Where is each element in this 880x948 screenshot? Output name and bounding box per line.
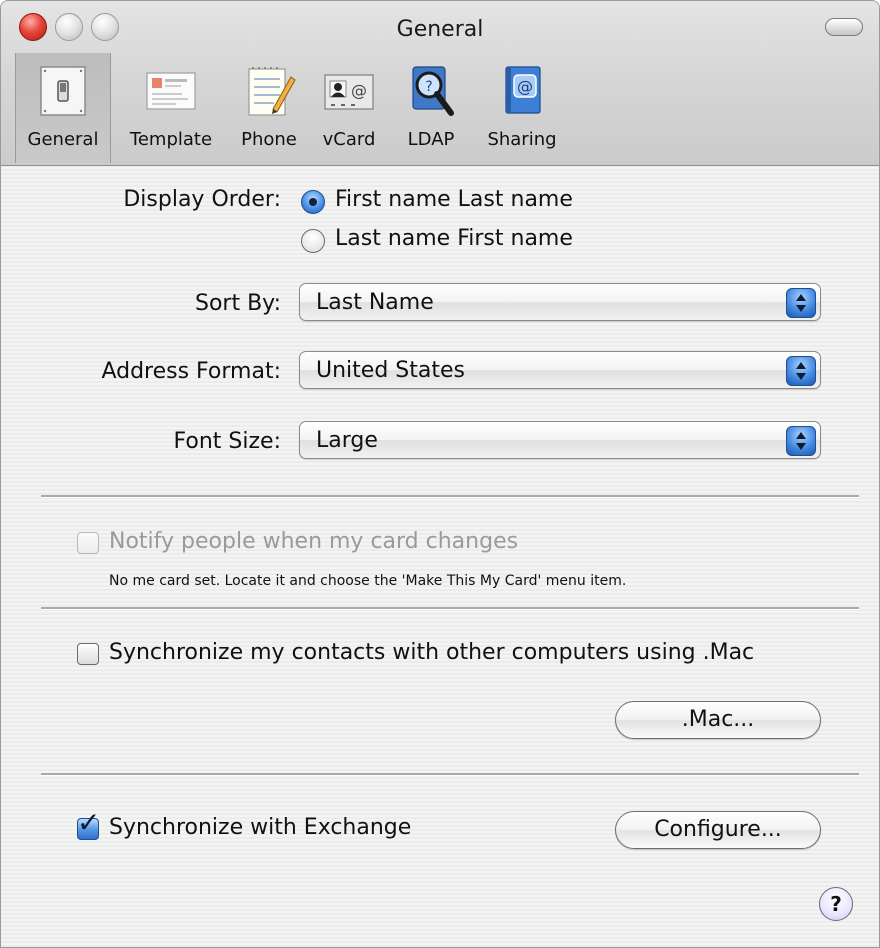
svg-text:?: ? (425, 79, 432, 95)
radio-first-last[interactable] (301, 190, 325, 214)
divider (41, 495, 859, 498)
card-template-icon (146, 72, 196, 110)
tab-label: Phone (241, 129, 297, 150)
notify-label: Notify people when my card changes (109, 529, 519, 554)
popup-arrows-icon (786, 288, 816, 318)
tab-general[interactable]: General (15, 53, 111, 163)
mac-button[interactable]: .Mac... (615, 701, 821, 739)
radio-last-first-label[interactable]: Last name First name (335, 226, 573, 251)
sync-mac-label[interactable]: Synchronize my contacts with other compu… (109, 640, 754, 665)
tab-phone[interactable]: Phone (231, 53, 307, 163)
tab-vcard[interactable]: @ vCard (311, 53, 387, 163)
sort-by-label: Sort By: (194, 291, 281, 316)
window-title: General (396, 17, 484, 42)
ldap-magnifier-icon: ? (412, 66, 454, 116)
address-format-value: United States (316, 358, 465, 383)
popup-arrows-icon (786, 356, 816, 386)
display-order-label: Display Order: (123, 187, 281, 212)
sort-by-value: Last Name (316, 290, 434, 315)
vcard-icon: @ (324, 74, 374, 110)
title-bar: General General Template Phone @ vCard ?… (1, 1, 879, 166)
notify-note: No me card set. Locate it and choose the… (109, 573, 627, 589)
popup-arrows-icon (786, 426, 816, 456)
tab-template[interactable]: Template (119, 53, 223, 163)
font-size-popup[interactable]: Large (299, 421, 821, 459)
notepad-pencil-icon (248, 67, 296, 116)
tab-ldap[interactable]: ? LDAP (393, 53, 469, 163)
svg-text:@: @ (351, 81, 367, 100)
sharing-book-icon: @ (505, 66, 541, 114)
address-format-label: Address Format: (101, 359, 281, 384)
switch-icon (40, 66, 86, 116)
font-size-label: Font Size: (173, 429, 281, 454)
svg-text:@: @ (517, 77, 533, 96)
sync-mac-checkbox[interactable] (77, 643, 99, 665)
divider (41, 607, 859, 610)
configure-button[interactable]: Configure... (615, 811, 821, 849)
font-size-value: Large (316, 428, 378, 453)
radio-first-last-label[interactable]: First name Last name (335, 187, 573, 212)
sync-exchange-label[interactable]: Synchronize with Exchange (109, 815, 411, 840)
radio-last-first[interactable] (301, 229, 325, 253)
sync-exchange-checkbox[interactable]: ✓ (77, 809, 100, 840)
checkmark-icon: ✓ (77, 806, 101, 839)
toolbar-toggle-button[interactable] (825, 18, 863, 36)
sort-by-popup[interactable]: Last Name (299, 283, 821, 321)
address-format-popup[interactable]: United States (299, 351, 821, 389)
tab-label: Sharing (487, 129, 557, 150)
tab-label: vCard (322, 129, 376, 150)
divider (41, 773, 859, 776)
help-button[interactable]: ? (819, 887, 853, 921)
tab-label: LDAP (407, 129, 455, 150)
notify-checkbox (77, 532, 99, 554)
tab-label: Template (129, 129, 213, 150)
preferences-window: General General Template Phone @ vCard ?… (0, 0, 880, 948)
tab-sharing[interactable]: @ Sharing (477, 53, 567, 163)
tab-label: General (27, 129, 99, 150)
